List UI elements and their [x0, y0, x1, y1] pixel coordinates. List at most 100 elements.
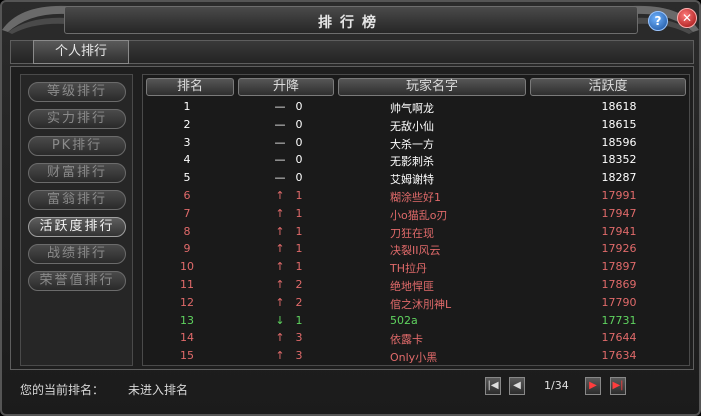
activity-value-cell: 17941 [601, 224, 637, 238]
rank-cell: 8 [183, 224, 191, 238]
category-pk[interactable]: PK排行 [28, 136, 126, 156]
header-change[interactable]: 升降 [238, 78, 334, 96]
table-row[interactable]: 1 — 0 帅气啊龙 18618 [144, 98, 688, 116]
player-name-cell: 502a [390, 313, 418, 327]
table-row[interactable]: 2 — 0 无敌小仙 18615 [144, 116, 688, 134]
player-name-cell: 依露卡 [390, 333, 423, 347]
header-activity[interactable]: 活跃度 [530, 78, 686, 96]
player-name-cell: 小ο猫乱ο刃 [390, 208, 448, 222]
change-direction-icon: ↑ [275, 206, 285, 220]
prev-page-button[interactable]: ◀ [509, 377, 525, 395]
player-name-cell: TH拉丹 [390, 262, 427, 276]
change-cell: 1 [295, 206, 303, 220]
category-wealth[interactable]: 财富排行 [28, 163, 126, 183]
table-row[interactable]: 15 ↑ 3 Only小黑 17634 [144, 347, 688, 365]
change-cell: 1 [295, 224, 303, 238]
category-rich[interactable]: 富翁排行 [28, 190, 126, 210]
rank-cell: 15 [180, 349, 194, 363]
category-battle[interactable]: 战绩排行 [28, 244, 126, 264]
table-row[interactable]: 14 ↑ 3 依露卡 17644 [144, 329, 688, 347]
change-cell: 2 [295, 295, 303, 309]
close-button[interactable]: ✕ [677, 8, 697, 28]
last-page-button[interactable]: ▶| [610, 377, 626, 395]
table-row[interactable]: 11 ↑ 2 绝地悍匪 17869 [144, 276, 688, 294]
activity-value-cell: 18287 [601, 171, 637, 185]
table-row[interactable]: 13 ↓ 1 502a 17731 [144, 312, 688, 330]
table-row[interactable]: 4 — 0 无影刺杀 18352 [144, 151, 688, 169]
table-row[interactable]: 12 ↑ 2 倌之沐刖神L 17790 [144, 294, 688, 312]
table-row[interactable]: 9 ↑ 1 决裂II风云 17926 [144, 240, 688, 258]
window-title: 排行榜 [318, 15, 384, 31]
first-page-button[interactable]: |◀ [485, 377, 501, 395]
header-player-name[interactable]: 玩家名字 [338, 78, 526, 96]
left-wing-ornament [2, 5, 68, 34]
tab-personal-ranking[interactable]: 个人排行 [33, 40, 129, 64]
change-cell: 0 [295, 117, 303, 131]
activity-value-cell: 17947 [601, 206, 637, 220]
rank-cell: 3 [183, 135, 191, 149]
player-name-cell: Only小黑 [390, 351, 438, 365]
category-honor[interactable]: 荣誉值排行 [28, 271, 126, 291]
activity-value-cell: 17790 [601, 295, 637, 309]
player-name-cell: 无影刺杀 [390, 155, 434, 169]
player-name-cell: 决裂II风云 [390, 244, 441, 258]
player-name-cell: 绝地悍匪 [390, 280, 434, 293]
activity-value-cell: 18618 [601, 100, 637, 113]
table-row[interactable]: 10 ↑ 1 TH拉丹 17897 [144, 258, 688, 276]
activity-value-cell: 17731 [601, 313, 637, 327]
current-rank-label: 您的当前排名： [20, 383, 105, 397]
activity-value-cell: 18352 [601, 153, 637, 167]
table-row[interactable]: 8 ↑ 1 刀狂在现 17941 [144, 223, 688, 241]
player-name-cell: 帅气啊龙 [390, 102, 434, 115]
change-cell: 1 [295, 313, 303, 327]
rank-cell: 2 [183, 117, 191, 131]
category-activity[interactable]: 活跃度排行 [28, 217, 126, 237]
player-name-cell: 刀狂在现 [390, 226, 434, 240]
change-direction-icon: — [274, 135, 286, 149]
change-direction-icon: ↑ [275, 224, 285, 238]
player-name-cell: 艾姆谢特 [390, 173, 434, 187]
table-row[interactable]: 7 ↑ 1 小ο猫乱ο刃 17947 [144, 205, 688, 223]
activity-value-cell: 17644 [601, 331, 637, 345]
activity-value-cell: 17869 [601, 278, 637, 291]
rank-cell: 1 [183, 100, 191, 113]
rank-cell: 9 [183, 242, 191, 256]
change-direction-icon: ↑ [275, 331, 285, 345]
next-page-button[interactable]: ▶ [585, 377, 601, 395]
category-strength[interactable]: 实力排行 [28, 109, 126, 129]
rank-cell: 5 [183, 171, 191, 185]
player-name-cell: 无敌小仙 [390, 119, 434, 133]
rank-cell: 7 [183, 206, 191, 220]
current-rank-value: 未进入排名 [128, 383, 189, 397]
rank-cell: 14 [180, 331, 194, 345]
change-direction-icon: ↑ [275, 242, 285, 256]
activity-value-cell: 17991 [601, 189, 637, 202]
change-cell: 1 [295, 242, 303, 256]
table-row[interactable]: 3 — 0 大杀一方 18596 [144, 134, 688, 152]
player-name-cell: 倌之沐刖神L [390, 297, 452, 311]
header-rank[interactable]: 排名 [146, 78, 234, 96]
change-cell: 0 [295, 135, 303, 149]
activity-value-cell: 18615 [601, 117, 637, 131]
table-row[interactable]: 5 — 0 艾姆谢特 18287 [144, 169, 688, 187]
change-cell: 2 [295, 278, 303, 291]
change-cell: 3 [295, 349, 303, 363]
change-direction-icon: — [274, 153, 286, 167]
help-button[interactable]: ? [648, 11, 668, 31]
rank-cell: 13 [180, 313, 194, 327]
player-name-cell: 大杀一方 [390, 137, 434, 151]
page-indicator: 1/34 [544, 379, 569, 392]
rank-cell: 4 [183, 153, 191, 167]
change-direction-icon: ↓ [275, 313, 285, 327]
change-direction-icon: — [274, 100, 286, 113]
change-direction-icon: — [274, 117, 286, 131]
change-cell: 0 [295, 153, 303, 167]
change-direction-icon: ↑ [275, 278, 285, 291]
change-direction-icon: ↑ [275, 349, 285, 363]
activity-value-cell: 17634 [601, 349, 637, 363]
rank-cell: 12 [180, 295, 194, 309]
table-row[interactable]: 6 ↑ 1 糊涂些好1 17991 [144, 187, 688, 205]
change-cell: 1 [295, 189, 303, 202]
category-level[interactable]: 等级排行 [28, 82, 126, 102]
rank-cell: 10 [180, 260, 194, 274]
